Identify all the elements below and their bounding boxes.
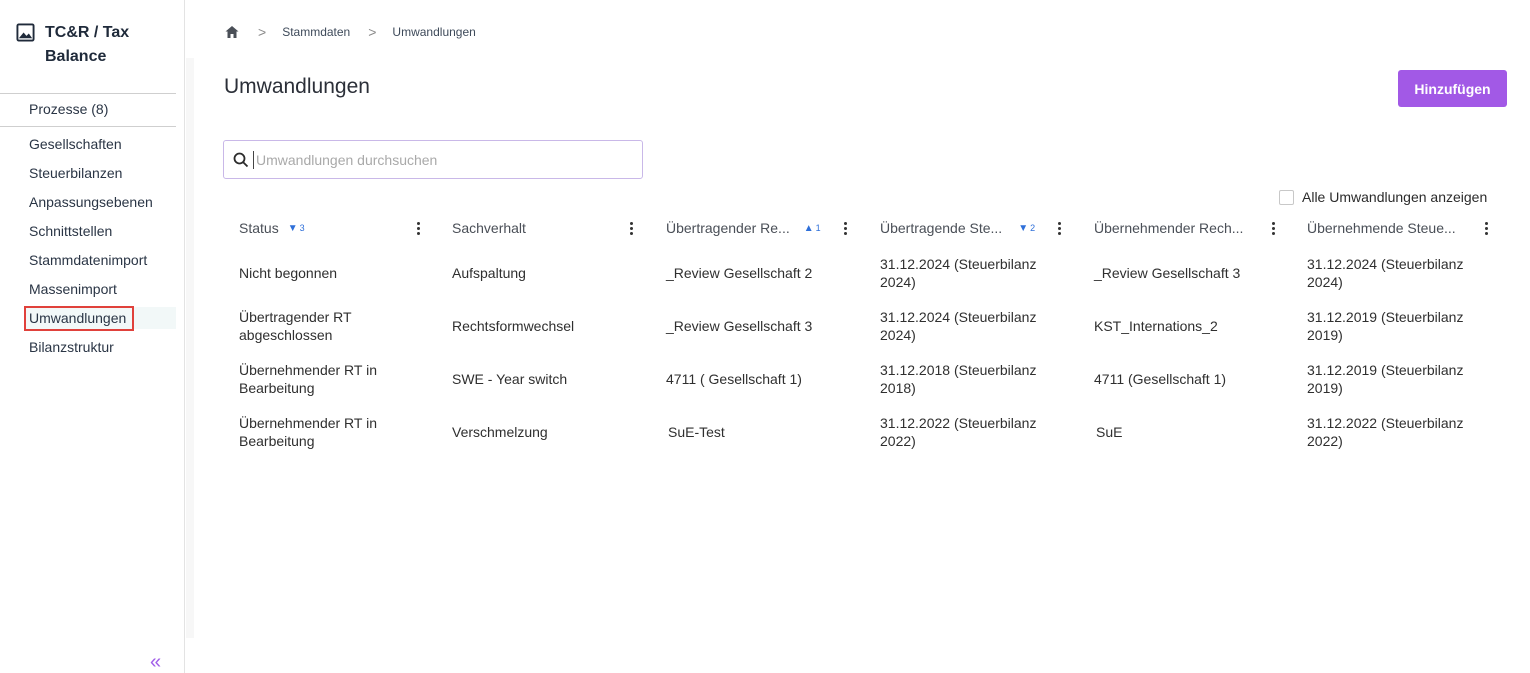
sidebar-divider xyxy=(0,93,176,94)
column-menu-icon[interactable] xyxy=(1268,219,1278,237)
sort-order: 1 xyxy=(815,223,821,233)
table-cell-uebertragender-rt[interactable]: 4711 ( Gesellschaft 1) xyxy=(666,370,802,388)
column-header-label: Status xyxy=(239,220,279,236)
sort-indicator: ▼ 2 xyxy=(1018,223,1035,234)
app-title: TC&R / Tax Balance xyxy=(16,21,155,69)
breadcrumb: > Stammdaten > Umwandlungen xyxy=(224,24,494,40)
table-cell-status[interactable]: Übernehmender RT in Bearbeitung xyxy=(239,414,409,450)
sidebar-item-gesellschaften[interactable]: Gesellschaften xyxy=(29,135,122,153)
table-cell-uebertragender-rt[interactable]: _Review Gesellschaft 2 xyxy=(666,264,812,282)
column-menu-icon[interactable] xyxy=(1054,219,1064,237)
double-chevron-left-icon[interactable]: « xyxy=(150,652,161,672)
image-icon xyxy=(16,23,35,42)
sort-indicator: ▲ 1 xyxy=(804,223,821,234)
sort-desc-icon: ▼ xyxy=(287,222,298,234)
table-cell-uebernehmender-rt[interactable]: SuE xyxy=(1096,423,1122,441)
show-all-label: Alle Umwandlungen anzeigen xyxy=(1302,189,1488,205)
sidebar: TC&R / Tax Balance Prozesse (8) Gesellsc… xyxy=(0,0,185,673)
column-header-uebernehmende-steuerbilanz[interactable]: Übernehmende Steue... xyxy=(1307,218,1456,238)
sidebar-item-massenimport[interactable]: Massenimport xyxy=(29,280,117,298)
sidebar-item-stammdatenimport[interactable]: Stammdatenimport xyxy=(29,251,147,269)
add-button[interactable]: Hinzufügen xyxy=(1398,70,1507,107)
sidebar-item-schnittstellen[interactable]: Schnittstellen xyxy=(29,222,112,240)
table-cell-uebertragende-steuerbilanz[interactable]: 31.12.2022 (Steuerbilanz 2022) xyxy=(880,414,1060,450)
table-cell-status[interactable]: Übertragender RT abgeschlossen xyxy=(239,308,409,344)
column-menu-icon[interactable] xyxy=(626,219,636,237)
table-cell-uebertragende-steuerbilanz[interactable]: 31.12.2024 (Steuerbilanz 2024) xyxy=(880,255,1060,291)
content-edge xyxy=(186,58,194,638)
chevron-right-icon: > xyxy=(368,24,377,40)
page-title: Umwandlungen xyxy=(224,75,370,98)
sort-asc-icon: ▲ xyxy=(803,222,814,234)
sidebar-item-anpassungsebenen[interactable]: Anpassungsebenen xyxy=(29,193,153,211)
table-cell-sachverhalt[interactable]: Aufspaltung xyxy=(452,264,526,282)
sidebar-item-steuerbilanzen[interactable]: Steuerbilanzen xyxy=(29,164,122,182)
table-cell-uebernehmende-steuerbilanz[interactable]: 31.12.2019 (Steuerbilanz 2019) xyxy=(1307,308,1487,344)
table-cell-uebertragende-steuerbilanz[interactable]: 31.12.2024 (Steuerbilanz 2024) xyxy=(880,308,1060,344)
column-header-label: Übernehmender Rech... xyxy=(1094,220,1244,236)
table-cell-uebertragender-rt[interactable]: _Review Gesellschaft 3 xyxy=(666,317,812,335)
sidebar-item-prozesse[interactable]: Prozesse (8) xyxy=(29,100,108,118)
active-item-highlight xyxy=(24,306,134,331)
sort-desc-icon: ▼ xyxy=(1018,222,1029,234)
table-cell-uebernehmender-rt[interactable]: KST_Internations_2 xyxy=(1094,317,1218,335)
sort-indicator: ▼ 3 xyxy=(288,223,305,234)
column-header-label: Übertragende Ste... xyxy=(880,220,1003,236)
column-header-sachverhalt[interactable]: Sachverhalt xyxy=(452,218,526,238)
table-cell-sachverhalt[interactable]: SWE - Year switch xyxy=(452,370,567,388)
table-cell-uebernehmender-rt[interactable]: _Review Gesellschaft 3 xyxy=(1094,264,1240,282)
chevron-right-icon: > xyxy=(258,24,267,40)
table-cell-uebernehmende-steuerbilanz[interactable]: 31.12.2019 (Steuerbilanz 2019) xyxy=(1307,361,1487,397)
table-cell-status[interactable]: Übernehmender RT in Bearbeitung xyxy=(239,361,409,397)
table-cell-sachverhalt[interactable]: Verschmelzung xyxy=(452,423,548,441)
table-cell-uebernehmende-steuerbilanz[interactable]: 31.12.2022 (Steuerbilanz 2022) xyxy=(1307,414,1487,450)
sort-order: 3 xyxy=(299,223,305,233)
show-all-checkbox[interactable] xyxy=(1279,189,1294,205)
breadcrumb-umwandlungen[interactable]: Umwandlungen xyxy=(392,25,475,39)
search-box xyxy=(223,140,643,179)
show-all-filter[interactable]: Alle Umwandlungen anzeigen xyxy=(1279,189,1487,205)
column-header-uebertragender-rechtstraeger[interactable]: Übertragender Re... ▲ 1 xyxy=(666,218,821,238)
table-cell-sachverhalt[interactable]: Rechtsformwechsel xyxy=(452,317,574,335)
sidebar-item-bilanzstruktur[interactable]: Bilanzstruktur xyxy=(29,338,114,356)
column-menu-icon[interactable] xyxy=(413,219,423,237)
search-icon xyxy=(233,152,249,167)
column-header-uebernehmender-rechtstraeger[interactable]: Übernehmender Rech... xyxy=(1094,218,1243,238)
table-cell-uebertragender-rt[interactable]: SuE-Test xyxy=(668,423,725,441)
app-name: TC&R / Tax Balance xyxy=(45,24,130,65)
table-cell-uebernehmende-steuerbilanz[interactable]: 31.12.2024 (Steuerbilanz 2024) xyxy=(1307,255,1487,291)
table-cell-uebernehmender-rt[interactable]: 4711 (Gesellschaft 1) xyxy=(1094,370,1226,388)
column-menu-icon[interactable] xyxy=(840,219,850,237)
sidebar-divider xyxy=(0,126,176,127)
table-cell-uebertragende-steuerbilanz[interactable]: 31.12.2018 (Steuerbilanz 2018) xyxy=(880,361,1060,397)
column-header-label: Sachverhalt xyxy=(452,220,526,236)
column-menu-icon[interactable] xyxy=(1481,219,1491,237)
column-header-status[interactable]: Status ▼ 3 xyxy=(239,218,305,238)
sort-order: 2 xyxy=(1030,223,1036,233)
column-header-uebertragende-steuerbilanz[interactable]: Übertragende Ste... ▼ 2 xyxy=(880,218,1035,238)
column-header-label: Übernehmende Steue... xyxy=(1307,220,1456,236)
breadcrumb-stammdaten[interactable]: Stammdaten xyxy=(282,25,350,39)
home-icon[interactable] xyxy=(224,24,240,40)
table-cell-status[interactable]: Nicht begonnen xyxy=(239,264,337,282)
column-header-label: Übertragender Re... xyxy=(666,220,790,236)
search-input[interactable] xyxy=(253,150,633,169)
